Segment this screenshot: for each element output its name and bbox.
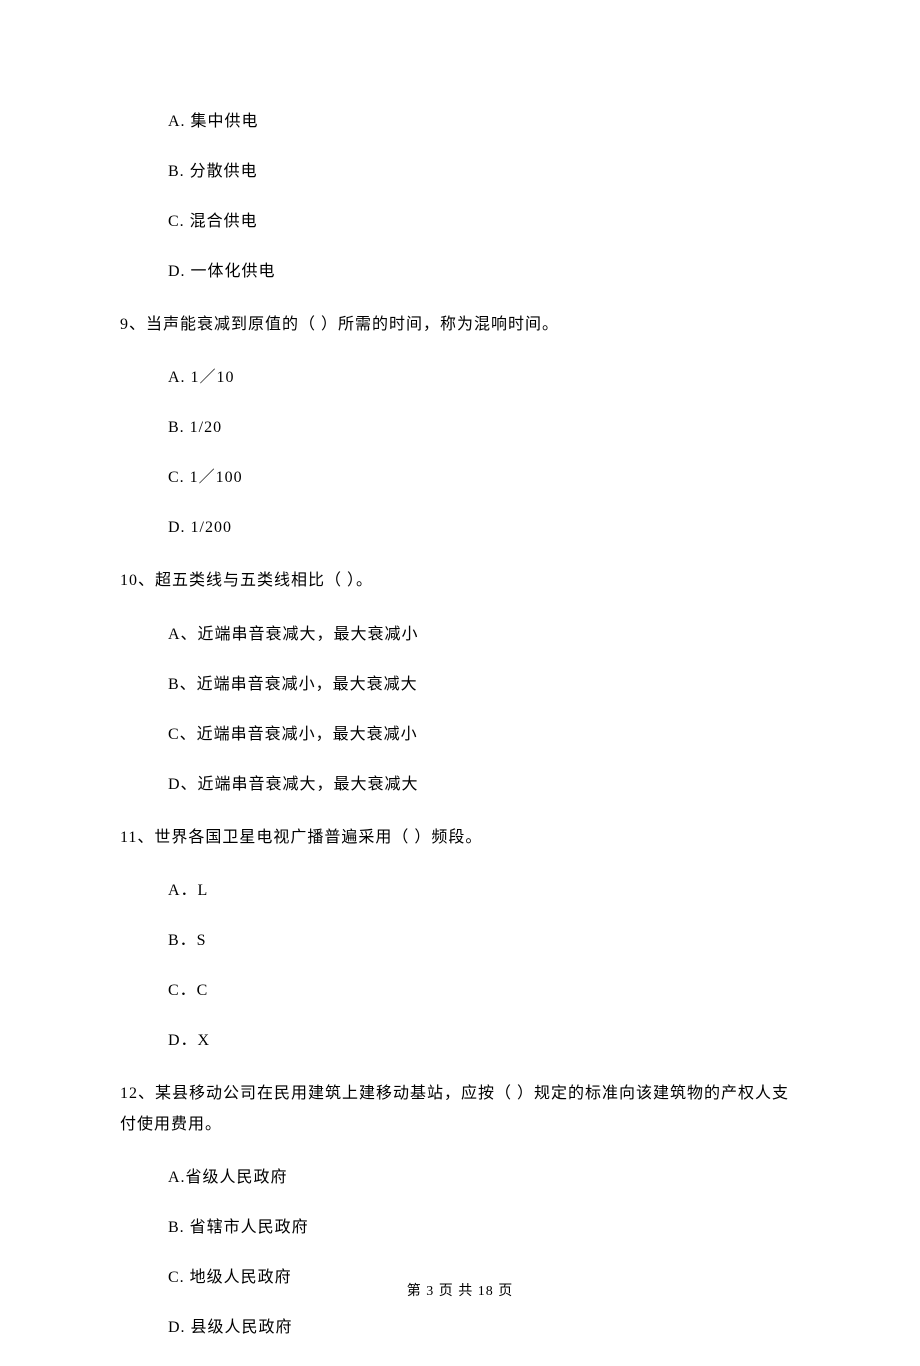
q11-option-c: C．C bbox=[168, 979, 800, 1003]
q9-option-b: B. 1/20 bbox=[168, 416, 800, 440]
q10-option-a: A、近端串音衰减大，最大衰减小 bbox=[168, 623, 800, 647]
q9-option-d: D. 1/200 bbox=[168, 516, 800, 540]
q9-option-c: C. 1／100 bbox=[168, 466, 800, 490]
q12-option-d: D. 县级人民政府 bbox=[168, 1316, 800, 1340]
q12-option-b: B. 省辖市人民政府 bbox=[168, 1216, 800, 1240]
q8-option-a: A. 集中供电 bbox=[168, 110, 800, 134]
page-footer: 第 3 页 共 18 页 bbox=[0, 1280, 920, 1300]
q8-option-b: B. 分散供电 bbox=[168, 160, 800, 184]
q10-option-c: C、近端串音衰减小，最大衰减小 bbox=[168, 723, 800, 747]
q9-stem: 9、当声能衰减到原值的（ ）所需的时间，称为混响时间。 bbox=[120, 310, 800, 340]
q9-option-a: A. 1／10 bbox=[168, 366, 800, 390]
q12-option-a: A.省级人民政府 bbox=[168, 1166, 800, 1190]
page-content: A. 集中供电 B. 分散供电 C. 混合供电 D. 一体化供电 9、当声能衰减… bbox=[0, 0, 920, 1340]
q12-stem: 12、某县移动公司在民用建筑上建移动基站，应按（ ）规定的标准向该建筑物的产权人… bbox=[120, 1079, 800, 1140]
q10-option-d: D、近端串音衰减大，最大衰减大 bbox=[168, 773, 800, 797]
q11-option-a: A．L bbox=[168, 879, 800, 903]
q11-option-d: D．X bbox=[168, 1029, 800, 1053]
q8-option-d: D. 一体化供电 bbox=[168, 260, 800, 284]
q8-option-c: C. 混合供电 bbox=[168, 210, 800, 234]
q11-option-b: B．S bbox=[168, 929, 800, 953]
q10-option-b: B、近端串音衰减小，最大衰减大 bbox=[168, 673, 800, 697]
q11-stem: 11、世界各国卫星电视广播普遍采用（ ）频段。 bbox=[120, 823, 800, 853]
q10-stem: 10、超五类线与五类线相比（ ）。 bbox=[120, 566, 800, 596]
